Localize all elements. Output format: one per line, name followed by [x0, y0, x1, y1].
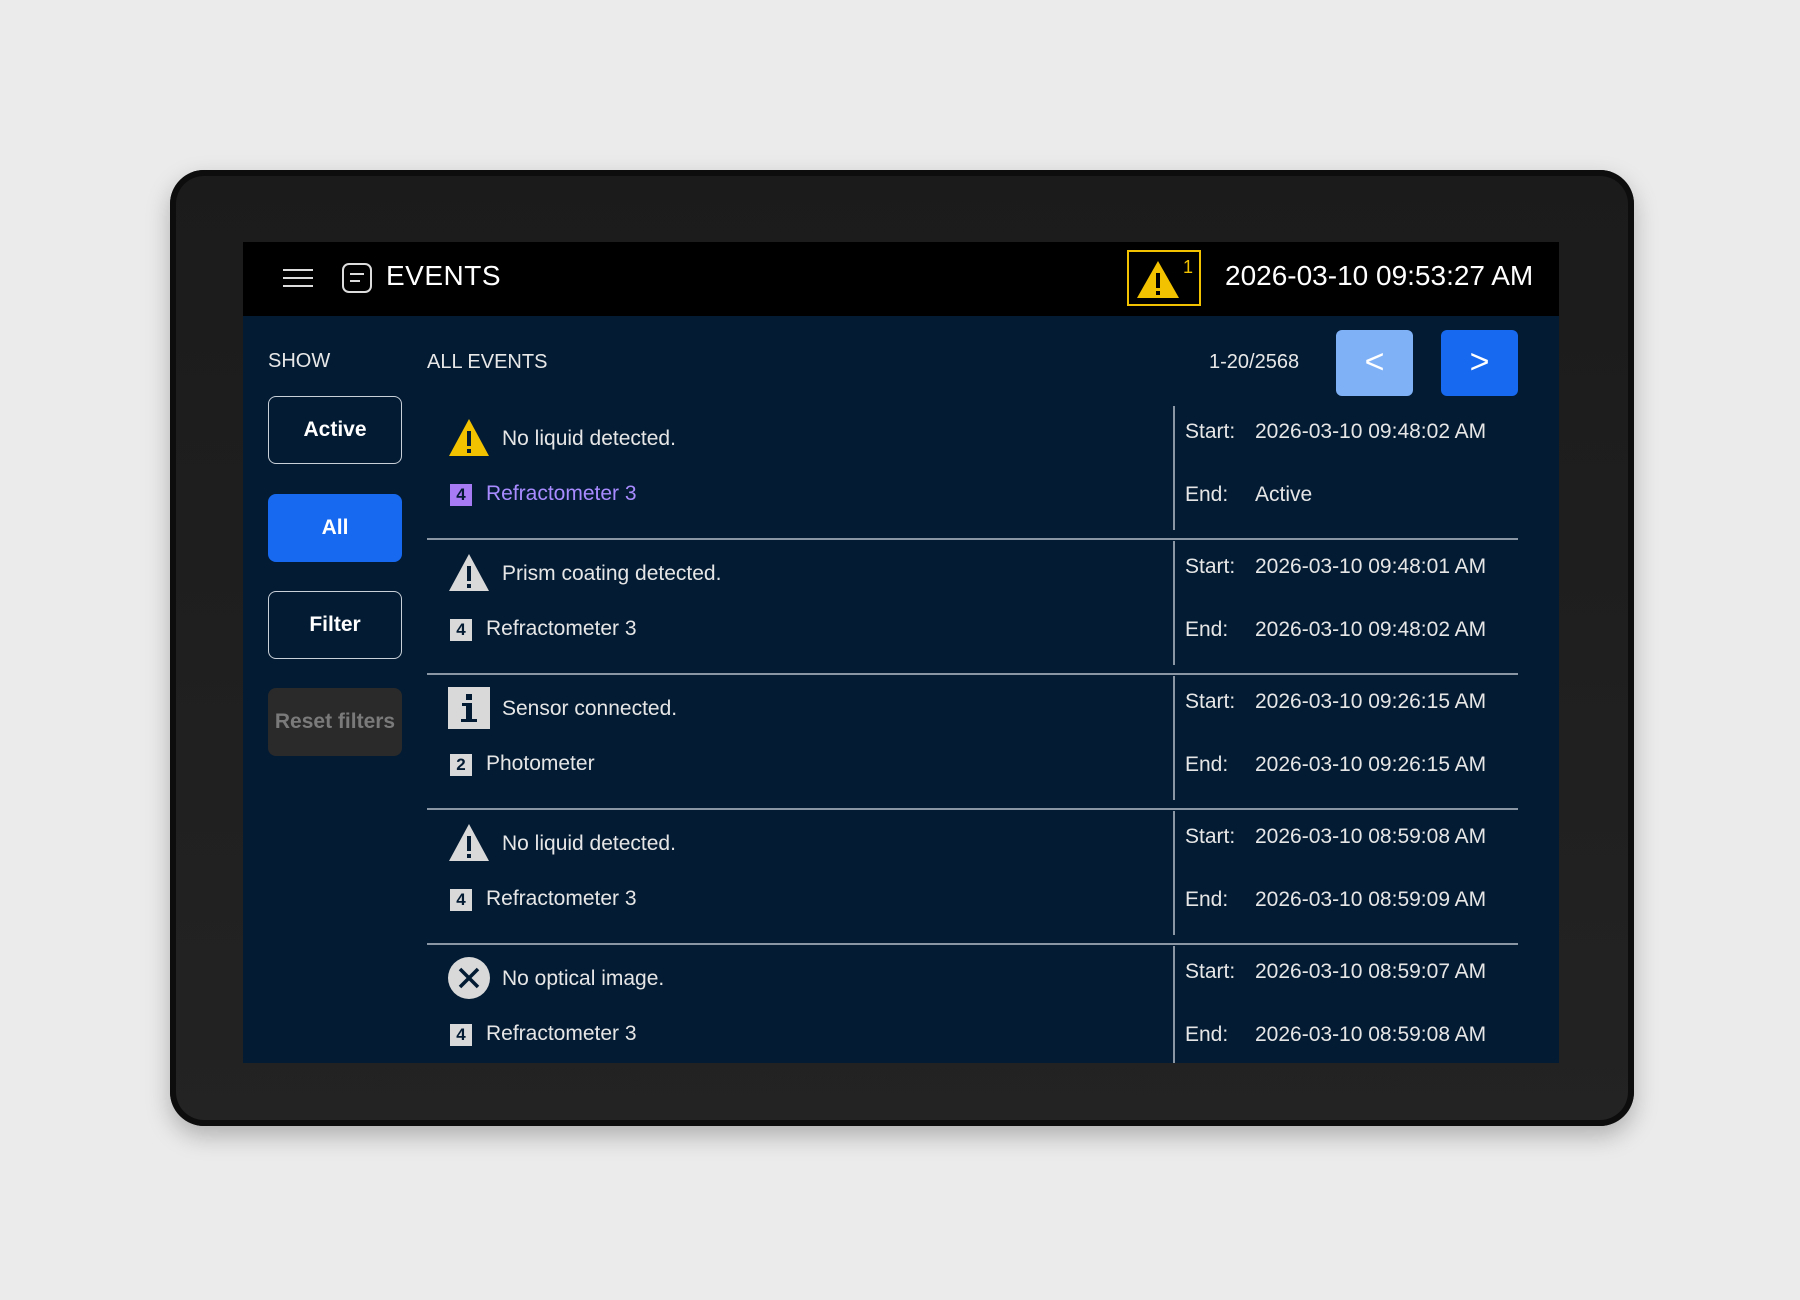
event-message: Sensor connected. — [502, 697, 678, 720]
hamburger-menu-icon[interactable] — [283, 269, 313, 289]
start-label: Start: — [1185, 555, 1236, 578]
event-end-time: 2026-03-10 08:59:09 AM — [1255, 888, 1487, 911]
start-label: Start: — [1185, 690, 1236, 713]
event-message: Prism coating detected. — [502, 562, 722, 585]
column-divider — [1173, 676, 1175, 800]
alert-count: 1 — [1182, 257, 1193, 277]
end-label: End: — [1185, 1023, 1229, 1046]
error-circle-icon — [448, 957, 490, 999]
all-filter-button[interactable]: All — [268, 494, 402, 562]
event-start-time: 2026-03-10 09:48:01 AM — [1255, 555, 1487, 578]
unit-number-badge: 2 — [450, 754, 472, 776]
end-label: End: — [1185, 483, 1229, 506]
column-divider — [1173, 541, 1175, 665]
event-start-time: 2026-03-10 08:59:08 AM — [1255, 825, 1487, 848]
unit-number-badge: 4 — [450, 619, 472, 641]
info-icon — [448, 687, 490, 729]
warning-gray-icon — [449, 554, 489, 591]
event-unit: Refractometer 3 — [486, 617, 637, 640]
page-title: EVENTS — [386, 260, 502, 291]
warning-gray-icon — [449, 824, 489, 861]
start-label: Start: — [1185, 825, 1236, 848]
screen: EVENTS 1 2026-03-10 09:53:27 AM SHOW Act… — [243, 242, 1559, 1063]
pagination-label: 1-20/2568 — [1209, 351, 1300, 373]
event-row[interactable]: Sensor connected. 2 Photometer Start: 20… — [427, 676, 1518, 810]
event-unit: Refractometer 3 — [486, 482, 637, 505]
event-start-time: 2026-03-10 09:26:15 AM — [1255, 690, 1487, 713]
datetime-display: 2026-03-10 09:53:27 AM — [1225, 260, 1534, 291]
event-row[interactable]: No liquid detected. 4 Refractometer 3 St… — [427, 811, 1518, 945]
alert-indicator[interactable]: 1 — [1127, 250, 1201, 306]
event-end-time: 2026-03-10 09:26:15 AM — [1255, 753, 1487, 776]
previous-page-button[interactable]: < — [1336, 330, 1413, 396]
unit-number-badge: 4 — [450, 1024, 472, 1046]
warning-yellow-icon — [449, 419, 489, 456]
event-unit: Photometer — [486, 752, 595, 775]
row-divider — [427, 673, 1518, 675]
event-unit: Refractometer 3 — [486, 1022, 637, 1045]
row-divider — [427, 808, 1518, 810]
end-label: End: — [1185, 753, 1229, 776]
filter-button[interactable]: Filter — [268, 591, 402, 659]
row-divider — [427, 943, 1518, 945]
unit-number-badge: 4 — [450, 484, 472, 506]
event-message: No liquid detected. — [502, 832, 676, 855]
show-label: SHOW — [268, 350, 331, 372]
column-divider — [1173, 811, 1175, 935]
unit-number-badge: 4 — [450, 889, 472, 911]
column-divider — [1173, 406, 1175, 530]
event-message: No liquid detected. — [502, 427, 676, 450]
event-end-time: 2026-03-10 08:59:08 AM — [1255, 1023, 1487, 1046]
event-start-time: 2026-03-10 09:48:02 AM — [1255, 420, 1487, 443]
active-filter-button[interactable]: Active — [268, 396, 402, 464]
next-page-button[interactable]: > — [1441, 330, 1518, 396]
event-row[interactable]: No optical image. 4 Refractometer 3 Star… — [427, 946, 1518, 1063]
end-label: End: — [1185, 888, 1229, 911]
event-end-time: Active — [1255, 483, 1313, 506]
row-divider — [427, 538, 1518, 540]
start-label: Start: — [1185, 420, 1236, 443]
end-label: End: — [1185, 618, 1229, 641]
start-label: Start: — [1185, 960, 1236, 983]
event-row[interactable]: Prism coating detected. 4 Refractometer … — [427, 541, 1518, 675]
event-unit: Refractometer 3 — [486, 887, 637, 910]
list-title: ALL EVENTS — [427, 351, 548, 373]
event-end-time: 2026-03-10 09:48:02 AM — [1255, 618, 1487, 641]
event-message: No optical image. — [502, 967, 665, 990]
column-divider — [1173, 946, 1175, 1063]
events-list-icon — [342, 263, 372, 293]
event-row[interactable]: No liquid detected. 4 Refractometer 3 St… — [427, 406, 1518, 540]
top-bar: EVENTS 1 2026-03-10 09:53:27 AM — [243, 242, 1559, 316]
reset-filters-button[interactable]: Reset filters — [268, 688, 402, 756]
event-start-time: 2026-03-10 08:59:07 AM — [1255, 960, 1487, 983]
warning-icon — [1137, 261, 1179, 298]
